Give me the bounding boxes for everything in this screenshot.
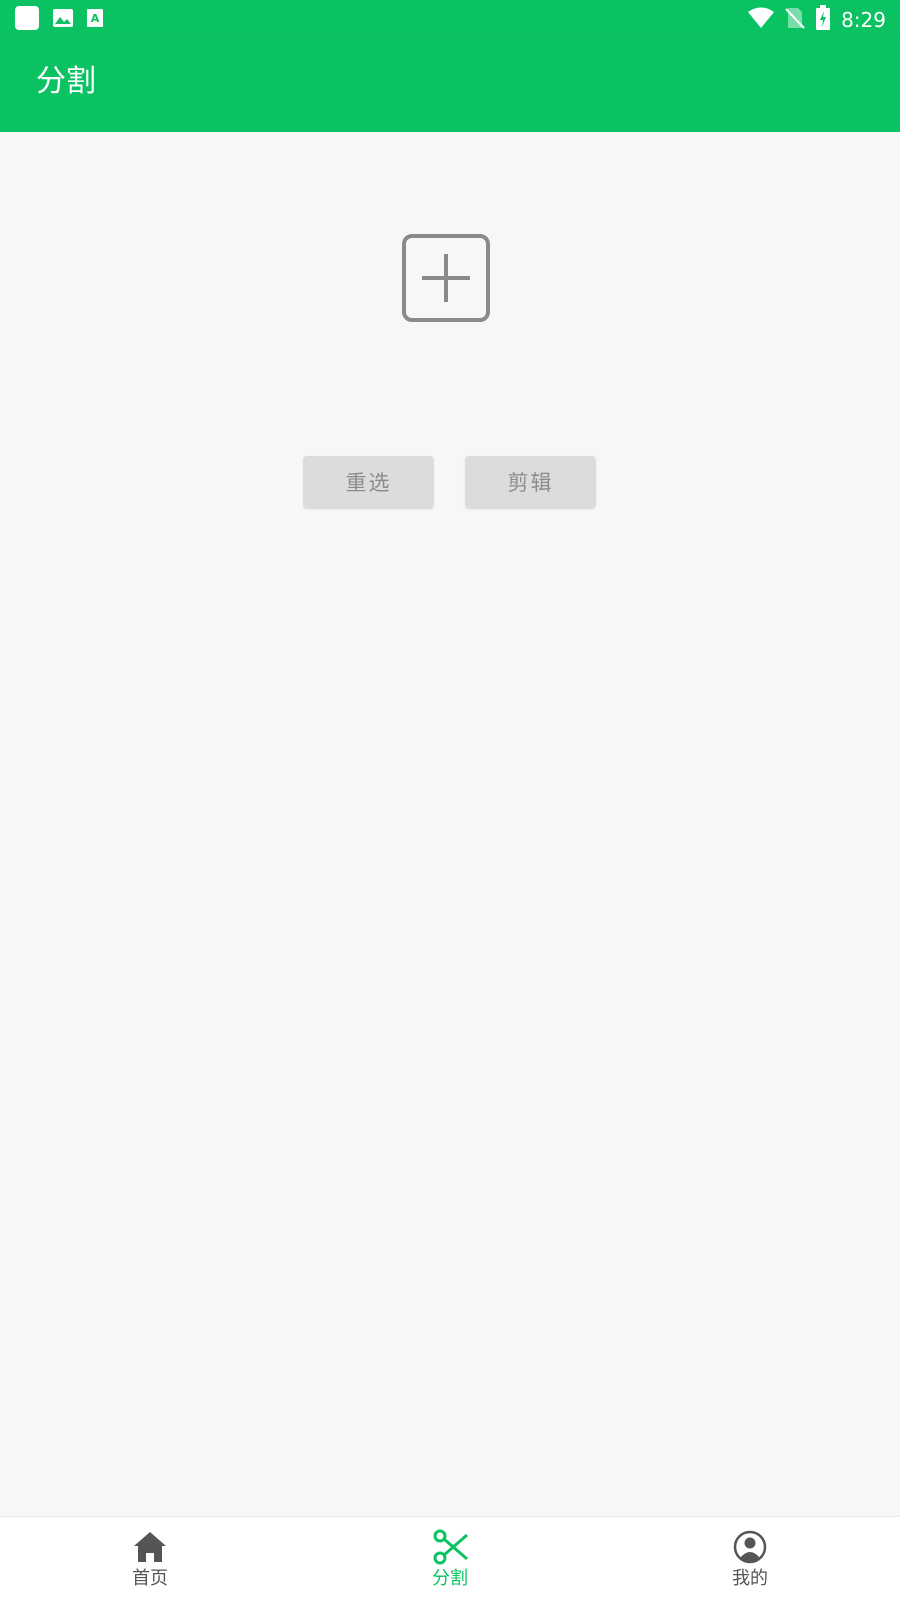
add-video-button[interactable] <box>402 234 490 322</box>
plus-square-icon <box>422 254 470 302</box>
nav-item-mine[interactable]: 我的 <box>600 1517 900 1601</box>
edit-button[interactable]: 剪辑 <box>465 456 596 509</box>
page-title: 分割 <box>36 64 96 99</box>
image-icon <box>52 7 74 33</box>
battery-charging-icon <box>815 5 831 35</box>
home-icon <box>134 1532 166 1562</box>
nav-item-home[interactable]: 首页 <box>0 1517 300 1601</box>
status-bar-left: A <box>14 5 104 35</box>
status-bar: A 8:29 <box>0 0 900 36</box>
user-icon <box>733 1530 767 1564</box>
app-icon <box>14 5 40 35</box>
app-bar: 分割 <box>0 36 900 132</box>
reselect-button[interactable]: 重选 <box>303 456 434 509</box>
nav-label-split: 分割 <box>432 1568 468 1589</box>
bottom-nav: 首页 分割 我的 <box>0 1516 900 1601</box>
svg-text:A: A <box>91 12 100 25</box>
status-bar-right: 8:29 <box>747 5 886 35</box>
text-icon: A <box>86 8 104 32</box>
nav-label-home: 首页 <box>132 1568 168 1589</box>
scissors-icon <box>433 1529 468 1565</box>
no-sim-icon <box>785 6 805 34</box>
main-content: 重选 剪辑 <box>0 132 900 1516</box>
wifi-icon <box>747 7 775 33</box>
nav-item-split[interactable]: 分割 <box>300 1517 600 1601</box>
status-time: 8:29 <box>841 8 886 32</box>
nav-label-mine: 我的 <box>732 1568 768 1589</box>
